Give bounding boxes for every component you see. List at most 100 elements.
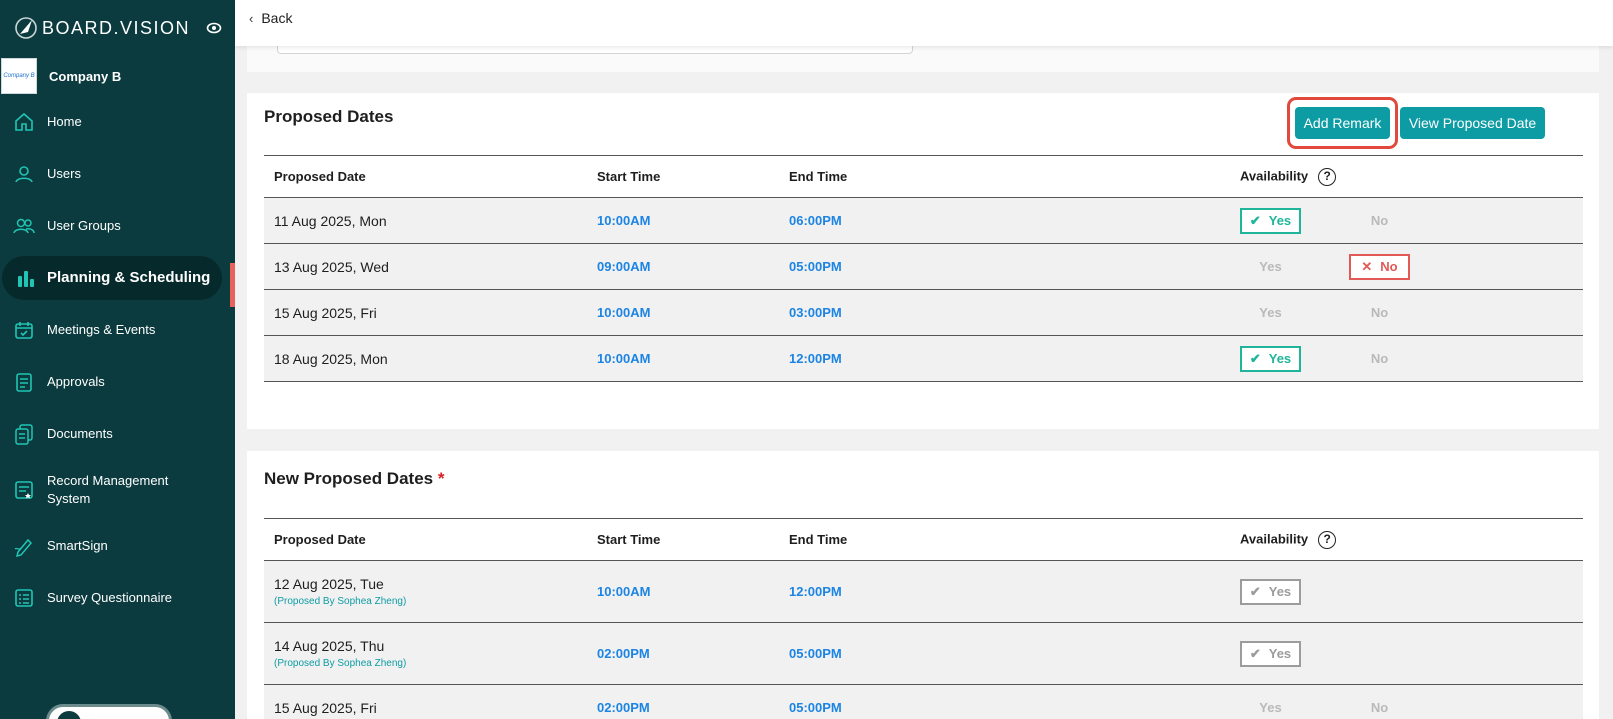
brand-name: BOARD.VISION (42, 17, 191, 38)
table-row: 13 Aug 2025, Wed 09:00AM 05:00PM Yes ✕ No (264, 243, 1583, 290)
end-time: 05:00PM (779, 684, 1230, 719)
yes-option[interactable]: Yes (1240, 254, 1301, 280)
proposed-date: 15 Aug 2025, Fri (264, 289, 587, 336)
sidebar-item-survey-questionnaire[interactable]: Survey Questionnaire (0, 576, 230, 620)
calendar-check-icon (15, 322, 33, 339)
sidebar-item-documents[interactable]: Documents (0, 412, 230, 456)
column-header: Start Time (587, 155, 779, 198)
availability-cell: ✔ Yes No (1230, 335, 1583, 382)
new-proposed-dates-card: New Proposed Dates * Proposed Date Start… (247, 451, 1599, 719)
main-content: Proposed Dates Add Remark View Proposed … (235, 0, 1613, 719)
brand-mark-icon (15, 17, 37, 39)
new-proposed-dates-title: New Proposed Dates * (264, 469, 445, 488)
close-icon: ✕ (1361, 258, 1373, 274)
start-time: 10:00AM (587, 197, 779, 244)
sidebar-item-approvals[interactable]: Approvals (0, 360, 230, 404)
check-icon: ✔ (1249, 212, 1261, 228)
no-option[interactable]: ✕ No (1349, 253, 1410, 280)
end-time: 12:00PM (779, 560, 1230, 623)
sidebar-item-smartsign[interactable]: SmartSign (0, 524, 230, 568)
bar-chart-icon (18, 271, 34, 287)
pen-icon (14, 538, 33, 557)
table-row: 18 Aug 2025, Mon 10:00AM 12:00PM ✔ Yes No (264, 335, 1583, 382)
table-row: 11 Aug 2025, Mon 10:00AM 06:00PM ✔ Yes No (264, 197, 1583, 244)
home-icon (15, 112, 33, 131)
help-icon[interactable]: ? (1318, 167, 1337, 186)
availability-cell: Yes ✕ No (1230, 243, 1583, 290)
availability-cell: Yes No (1230, 289, 1583, 336)
yes-option[interactable]: ✔ Yes (1240, 578, 1301, 605)
proposed-date: 13 Aug 2025, Wed (264, 243, 587, 290)
column-header: Proposed Date (264, 155, 587, 198)
table-row: 12 Aug 2025, Tue (Proposed By Sophea Zhe… (264, 560, 1583, 623)
end-time: 05:00PM (779, 622, 1230, 685)
yes-option[interactable]: Yes (1240, 695, 1301, 719)
sidebar-item-meetings-events[interactable]: Meetings & Events (0, 308, 230, 352)
sidebar-item-planning-scheduling[interactable]: Planning & Scheduling (2, 256, 222, 300)
no-option[interactable]: No (1349, 695, 1410, 719)
sidebar-toggle[interactable] (46, 704, 172, 719)
no-option[interactable]: No (1349, 300, 1410, 326)
eye-icon[interactable] (206, 20, 222, 36)
yes-option[interactable]: ✔ Yes (1240, 207, 1301, 234)
check-icon: ✔ (1249, 350, 1261, 366)
table-row: 15 Aug 2025, Fri 10:00AM 03:00PM Yes No (264, 289, 1583, 336)
start-time: 10:00AM (587, 335, 779, 382)
start-time: 10:00AM (587, 560, 779, 623)
table-row: 15 Aug 2025, Fri 02:00PM 05:00PM Yes No (264, 684, 1583, 719)
proposed-dates-card: Proposed Dates Add Remark View Proposed … (247, 93, 1599, 429)
proposed-dates-table: Proposed Date Start Time End Time Availa… (264, 155, 1583, 382)
check-icon: ✔ (1249, 583, 1261, 599)
proposed-date-cell: 14 Aug 2025, Thu (Proposed By Sophea Zhe… (264, 622, 587, 685)
sidebar-item-home[interactable]: Home (0, 100, 230, 144)
sidebar-item-user-groups[interactable]: User Groups (0, 204, 230, 248)
column-header: Proposed Date (264, 518, 587, 561)
column-header-availability: Availability? (1230, 155, 1583, 198)
column-header: Start Time (587, 518, 779, 561)
company-switcher[interactable]: Company B Company B (0, 58, 121, 94)
proposed-date: 11 Aug 2025, Mon (264, 197, 587, 244)
end-time: 05:00PM (779, 243, 1230, 290)
availability-cell: ✔ Yes (1230, 560, 1583, 623)
proposed-date: 14 Aug 2025, Thu (274, 638, 385, 654)
start-time: 02:00PM (587, 684, 779, 719)
proposer-note: (Proposed By Sophea Zheng) (274, 658, 407, 669)
new-proposed-dates-table: Proposed Date Start Time End Time Availa… (264, 518, 1583, 719)
yes-option[interactable]: Yes (1240, 300, 1301, 326)
availability-cell: Yes No (1230, 684, 1583, 719)
availability-cell: ✔ Yes No (1230, 197, 1583, 244)
view-proposed-date-button[interactable]: View Proposed Date (1400, 107, 1545, 139)
start-time: 09:00AM (587, 243, 779, 290)
no-option[interactable]: No (1349, 208, 1410, 234)
chevron-left-icon: ‹ (249, 10, 254, 26)
column-header: End Time (779, 518, 1230, 561)
user-group-icon (13, 218, 35, 234)
yes-option[interactable]: ✔ Yes (1240, 640, 1301, 667)
column-header: End Time (779, 155, 1230, 198)
company-name: Company B (49, 68, 122, 84)
sidebar-item-users[interactable]: Users (0, 152, 230, 196)
document-list-icon (16, 373, 32, 392)
proposer-note: (Proposed By Sophea Zheng) (274, 596, 407, 607)
back-button[interactable]: ‹ Back (249, 10, 292, 26)
sidebar: BOARD.VISION Company B Company B Home Us… (0, 0, 235, 719)
end-time: 03:00PM (779, 289, 1230, 336)
yes-option[interactable]: ✔ Yes (1240, 345, 1301, 372)
sidebar-item-record-management[interactable]: Record Management System (0, 468, 230, 512)
user-icon (15, 166, 33, 183)
availability-cell: ✔ Yes (1230, 622, 1583, 685)
end-time: 12:00PM (779, 335, 1230, 382)
documents-icon (15, 424, 33, 445)
proposed-date: 18 Aug 2025, Mon (264, 335, 587, 382)
checklist-icon (15, 589, 33, 607)
required-asterisk: * (437, 469, 445, 488)
start-time: 10:00AM (587, 289, 779, 336)
end-time: 06:00PM (779, 197, 1230, 244)
proposed-dates-title: Proposed Dates (264, 107, 394, 126)
brand-logo[interactable]: BOARD.VISION (12, 14, 190, 42)
no-option[interactable]: No (1349, 346, 1410, 372)
add-remark-button[interactable]: Add Remark (1295, 107, 1390, 139)
help-icon[interactable]: ? (1318, 530, 1337, 549)
proposed-date-cell: 12 Aug 2025, Tue (Proposed By Sophea Zhe… (264, 560, 587, 623)
check-icon: ✔ (1249, 645, 1261, 661)
